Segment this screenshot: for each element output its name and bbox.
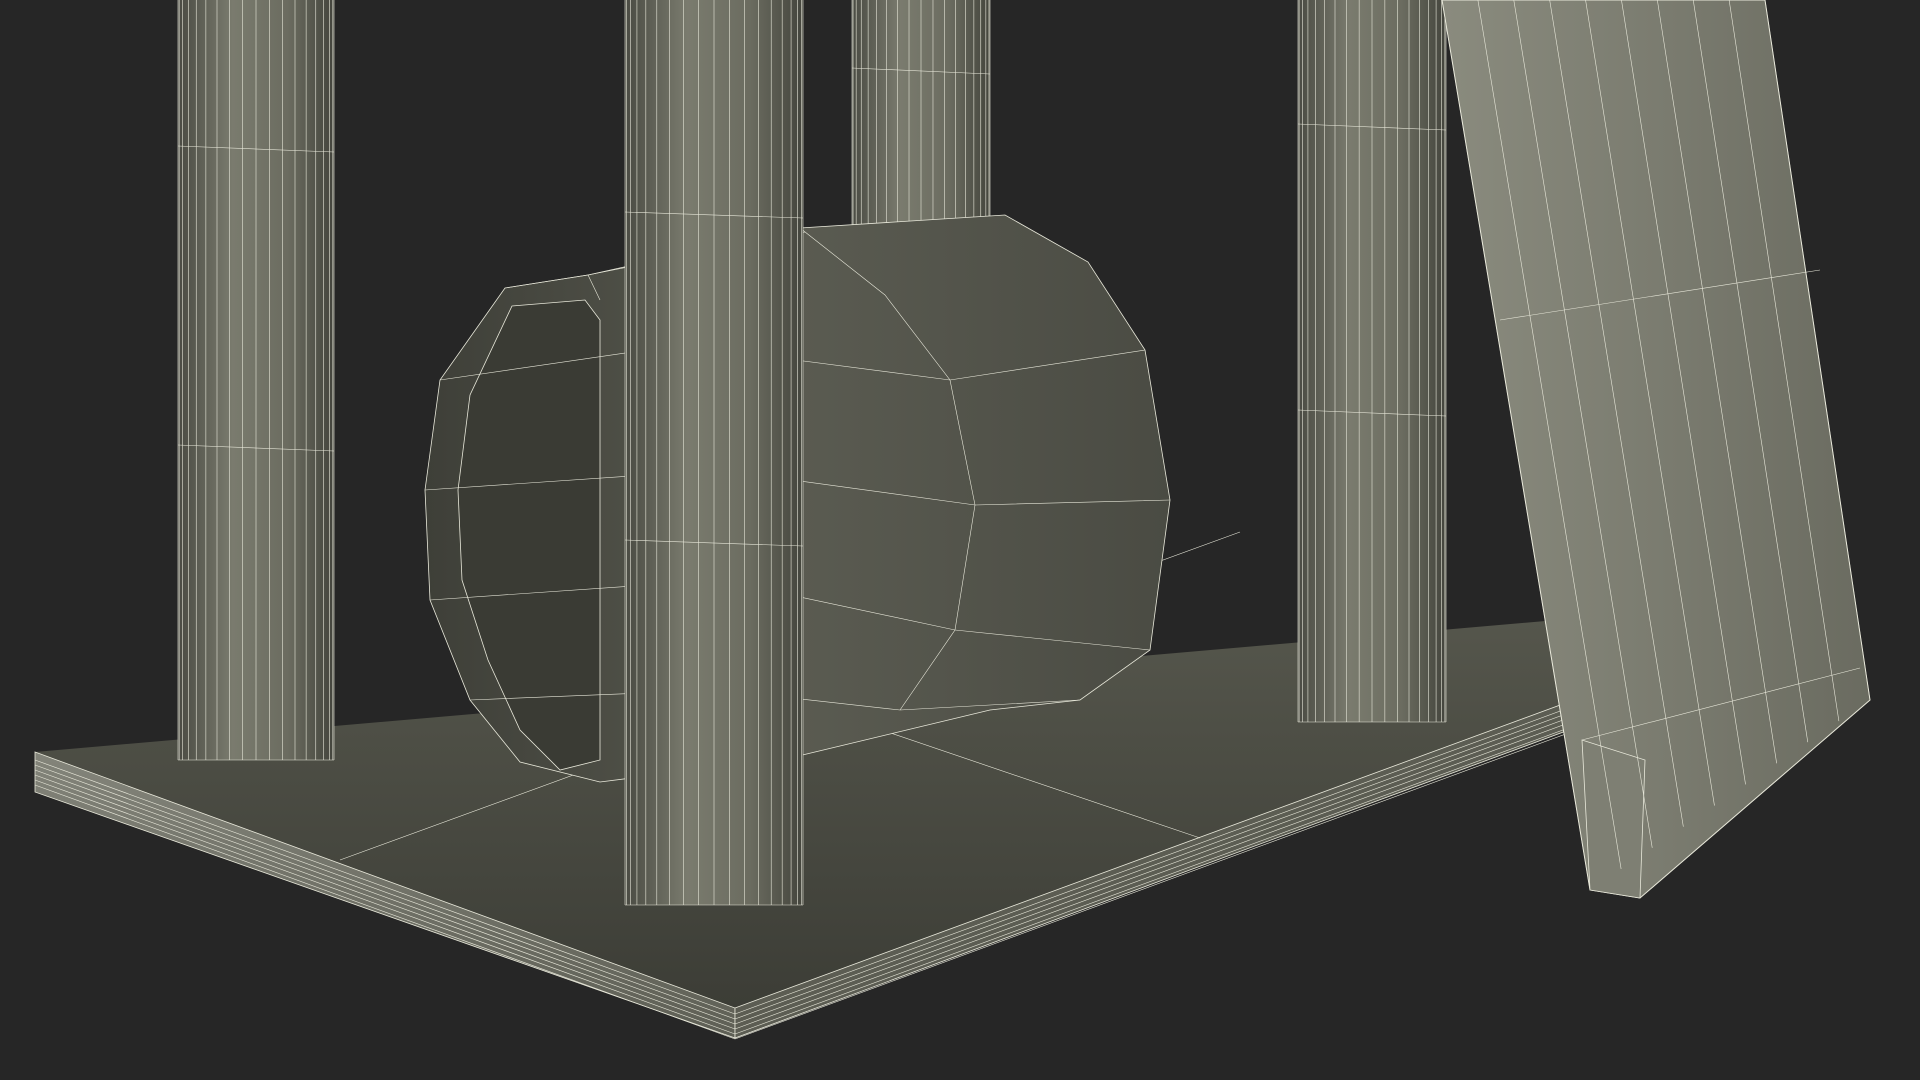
post-back-right (1297, 0, 1447, 723)
post-front-center (624, 0, 804, 906)
wireframe-render (34, 0, 1871, 1040)
post-back-left (177, 0, 335, 761)
post-back-center (851, 0, 991, 231)
render-viewport (0, 0, 1920, 1080)
ramp-board (1441, 0, 1871, 899)
